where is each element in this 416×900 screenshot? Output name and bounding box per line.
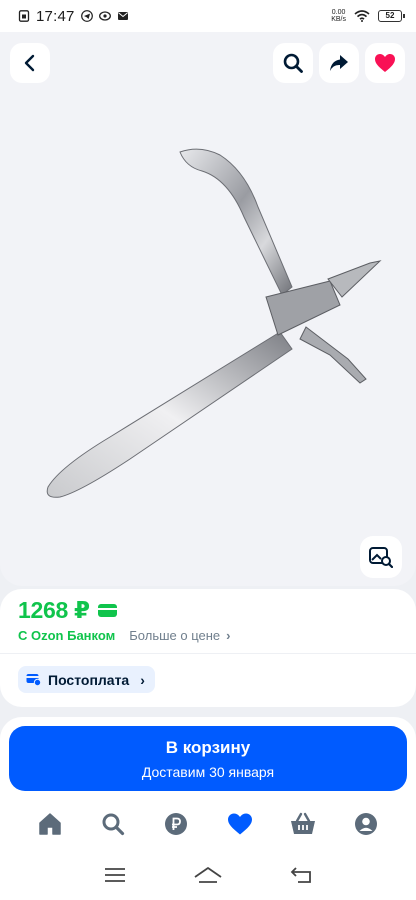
telegram-icon xyxy=(80,10,93,22)
share-icon xyxy=(330,55,348,71)
system-nav-bar xyxy=(0,849,416,900)
search-icon xyxy=(283,53,303,73)
chevron-right-icon: › xyxy=(140,671,145,688)
cart-icon xyxy=(290,812,315,834)
status-bar: 17:47 0.00 KB/s 52 xyxy=(0,0,416,32)
share-button[interactable] xyxy=(319,43,359,83)
favorite-button[interactable] xyxy=(365,43,405,83)
bottom-tab-bar xyxy=(0,799,416,849)
back-icon[interactable] xyxy=(290,866,312,884)
tab-profile[interactable] xyxy=(351,809,381,839)
wifi-icon xyxy=(354,10,370,22)
delivery-date-label: Доставим 30 января xyxy=(141,764,275,780)
postpay-icon xyxy=(26,674,41,686)
home-icon[interactable] xyxy=(193,865,223,885)
sim-icon xyxy=(18,10,30,22)
product-image[interactable] xyxy=(30,137,390,517)
menu-icon[interactable] xyxy=(104,867,126,883)
tab-favorites[interactable] xyxy=(225,809,255,839)
search-icon xyxy=(102,813,125,836)
status-time: 17:47 xyxy=(36,7,75,25)
tab-catalog[interactable] xyxy=(98,809,128,839)
back-icon xyxy=(24,54,35,72)
net-speed-value: 0.00 xyxy=(331,9,346,16)
tab-cart[interactable] xyxy=(288,809,318,839)
more-about-price-link[interactable]: Больше о цене xyxy=(129,628,220,643)
heart-icon xyxy=(227,813,252,835)
back-button[interactable] xyxy=(10,43,50,83)
cta-bar: В корзину Доставим 30 января xyxy=(0,717,416,799)
net-speed: 0.00 KB/s xyxy=(331,9,346,23)
vpn-icon xyxy=(98,11,111,21)
status-left: 17:47 xyxy=(18,8,129,25)
ruble-icon xyxy=(165,813,188,835)
image-search-icon xyxy=(369,547,393,568)
tab-home[interactable] xyxy=(35,809,65,839)
chevron-right-icon: › xyxy=(226,628,231,643)
status-right: 0.00 KB/s 52 xyxy=(331,9,405,23)
heart-icon xyxy=(375,54,395,72)
mail-icon xyxy=(117,12,128,20)
price-row: 1268 ₽ xyxy=(18,597,117,624)
net-speed-unit: KB/s xyxy=(331,16,346,23)
ozon-card-icon xyxy=(97,604,117,617)
postpay-button[interactable]: Постоплата › xyxy=(18,666,155,693)
add-to-cart-label: В корзину xyxy=(165,738,251,757)
find-similar-button[interactable] xyxy=(360,536,402,578)
home-icon xyxy=(38,813,61,835)
price-card: 1268 ₽ С Ozon Банком Больше о цене › Пос… xyxy=(0,589,416,707)
add-to-cart-button[interactable]: В корзину Доставим 30 января xyxy=(9,726,407,791)
tab-finance[interactable] xyxy=(161,809,191,839)
search-button[interactable] xyxy=(273,43,313,83)
battery-indicator: 52 xyxy=(378,10,405,22)
postpay-label: Постоплата xyxy=(48,671,130,688)
product-price: 1268 ₽ xyxy=(18,597,90,623)
ozon-bank-label: С Ozon Банком xyxy=(18,628,116,643)
product-gallery[interactable] xyxy=(0,32,416,586)
divider xyxy=(0,653,416,654)
bank-price-row[interactable]: С Ozon Банком Больше о цене › xyxy=(18,628,231,643)
profile-icon xyxy=(355,813,378,835)
